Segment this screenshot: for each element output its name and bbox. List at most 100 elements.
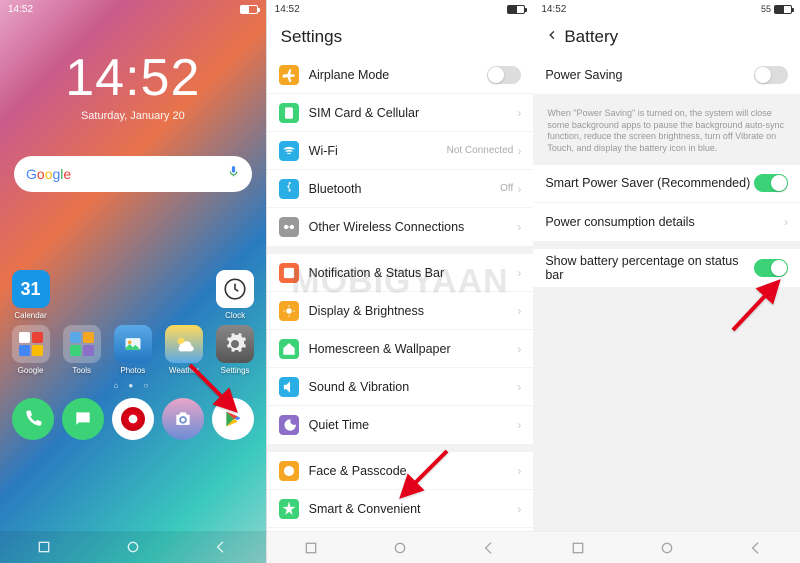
photos-icon xyxy=(114,325,152,363)
dock-play-store[interactable] xyxy=(212,398,254,440)
app-grid-row1: 31 Calendar Clock Google Tools Photos We… xyxy=(5,270,261,375)
chevron-right-icon: › xyxy=(517,418,521,432)
nav-recent[interactable] xyxy=(558,538,598,558)
settings-panel: 14:52 Settings Airplane Mode SIM Card & C… xyxy=(267,0,534,563)
dock-messages[interactable] xyxy=(62,398,104,440)
bt-icon xyxy=(279,179,299,199)
link-icon xyxy=(279,217,299,237)
lock-clock: 14:52 Saturday, January 20 xyxy=(0,48,266,122)
row-power-consumption-details[interactable]: Power consumption details › xyxy=(533,203,800,241)
wifi-icon xyxy=(279,141,299,161)
nav-bar xyxy=(533,531,800,563)
back-button[interactable] xyxy=(547,27,558,48)
row-label: Wi-Fi xyxy=(309,144,447,158)
settings-row-airplane[interactable]: Airplane Mode xyxy=(267,56,534,94)
app-calendar[interactable]: 31 Calendar xyxy=(5,270,56,320)
row-label: Airplane Mode xyxy=(309,68,488,82)
moon-icon xyxy=(279,415,299,435)
chevron-right-icon: › xyxy=(517,502,521,516)
nav-home[interactable] xyxy=(380,538,420,558)
nav-bar xyxy=(0,531,266,563)
settings-row-face[interactable]: Face & Passcode› xyxy=(267,452,534,490)
clock-time: 14:52 xyxy=(0,48,266,108)
folder-icon xyxy=(63,325,101,363)
row-label: Display & Brightness xyxy=(309,304,518,318)
display-icon xyxy=(279,301,299,321)
folder-icon xyxy=(12,325,50,363)
page-title: Settings xyxy=(267,18,534,56)
dock-phone[interactable] xyxy=(12,398,54,440)
settings-group-connectivity: Airplane ModeSIM Card & Cellular›Wi-FiNo… xyxy=(267,56,534,246)
google-search-bar[interactable]: Google xyxy=(14,156,252,192)
app-google-folder[interactable]: Google xyxy=(5,325,56,375)
google-logo: Google xyxy=(26,166,71,182)
chevron-right-icon: › xyxy=(784,215,788,229)
chevron-right-icon: › xyxy=(517,464,521,478)
face-icon xyxy=(279,461,299,481)
nav-home[interactable] xyxy=(113,537,153,557)
status-bar: 14:52 xyxy=(267,0,534,18)
dock-camera[interactable] xyxy=(162,398,204,440)
settings-row-smart[interactable]: Smart & Convenient› xyxy=(267,490,534,528)
settings-row-sim[interactable]: SIM Card & Cellular› xyxy=(267,94,534,132)
mic-icon[interactable] xyxy=(227,165,240,183)
dock-opera[interactable] xyxy=(112,398,154,440)
chevron-right-icon: › xyxy=(517,304,521,318)
chevron-right-icon: › xyxy=(517,220,521,234)
battery-icon xyxy=(240,5,258,14)
nav-back[interactable] xyxy=(201,537,241,557)
battery-list[interactable]: Power Saving When "Power Saving" is turn… xyxy=(533,56,800,531)
settings-list[interactable]: Airplane ModeSIM Card & Cellular›Wi-FiNo… xyxy=(267,56,534,531)
sound-icon xyxy=(279,377,299,397)
row-show-battery-percentage[interactable]: Show battery percentage on status bar xyxy=(533,249,800,287)
row-label: Smart & Convenient xyxy=(309,502,518,516)
row-power-saving[interactable]: Power Saving xyxy=(533,56,800,94)
settings-row-wifi[interactable]: Wi-FiNot Connected› xyxy=(267,132,534,170)
settings-row-display[interactable]: Display & Brightness› xyxy=(267,292,534,330)
nav-back[interactable] xyxy=(469,538,509,558)
settings-row-link[interactable]: Other Wireless Connections› xyxy=(267,208,534,246)
settings-row-notif[interactable]: Notification & Status Bar› xyxy=(267,254,534,292)
settings-row-home[interactable]: Homescreen & Wallpaper› xyxy=(267,330,534,368)
chevron-right-icon: › xyxy=(517,182,521,196)
dock xyxy=(0,398,266,440)
nav-recent[interactable] xyxy=(24,537,64,557)
help-text: When "Power Saving" is turned on, the sy… xyxy=(533,102,800,165)
battery-icon xyxy=(774,5,792,14)
app-weather[interactable]: Weather xyxy=(158,325,209,375)
status-time: 14:52 xyxy=(8,4,33,15)
settings-row-sound[interactable]: Sound & Vibration› xyxy=(267,368,534,406)
row-smart-power-saver[interactable]: Smart Power Saver (Recommended) xyxy=(533,165,800,203)
status-bar: 14:52 55 xyxy=(533,0,800,18)
battery-percentage: 55 xyxy=(761,4,771,14)
settings-row-bt[interactable]: BluetoothOff› xyxy=(267,170,534,208)
toggle-smart-power-saver[interactable] xyxy=(754,174,788,192)
status-right xyxy=(240,5,258,14)
row-label: SIM Card & Cellular xyxy=(309,106,518,120)
nav-recent[interactable] xyxy=(291,538,331,558)
row-label: Homescreen & Wallpaper xyxy=(309,342,518,356)
battery-panel: 14:52 55 Battery Power Saving When "Powe… xyxy=(533,0,800,563)
calendar-icon: 31 xyxy=(12,270,50,308)
chevron-right-icon: › xyxy=(517,380,521,394)
settings-group-security: Face & Passcode›Smart & Convenient›Secur… xyxy=(267,452,534,531)
toggle[interactable] xyxy=(487,66,521,84)
app-photos[interactable]: Photos xyxy=(107,325,158,375)
settings-row-shield[interactable]: Security› xyxy=(267,528,534,531)
home-icon xyxy=(279,339,299,359)
gear-icon xyxy=(216,325,254,363)
settings-row-moon[interactable]: Quiet Time› xyxy=(267,406,534,444)
row-label: Quiet Time xyxy=(309,418,518,432)
clock-date: Saturday, January 20 xyxy=(0,110,266,122)
airplane-icon xyxy=(279,65,299,85)
app-settings[interactable]: Settings xyxy=(210,325,261,375)
row-label: Sound & Vibration xyxy=(309,380,518,394)
app-clock[interactable]: Clock xyxy=(210,270,261,320)
nav-home[interactable] xyxy=(647,538,687,558)
toggle-show-battery-percentage[interactable] xyxy=(754,259,788,277)
app-tools-folder[interactable]: Tools xyxy=(56,325,107,375)
weather-icon xyxy=(165,325,203,363)
home-screen-panel: 14:52 14:52 Saturday, January 20 Google … xyxy=(0,0,267,563)
nav-back[interactable] xyxy=(736,538,776,558)
toggle-power-saving[interactable] xyxy=(754,66,788,84)
